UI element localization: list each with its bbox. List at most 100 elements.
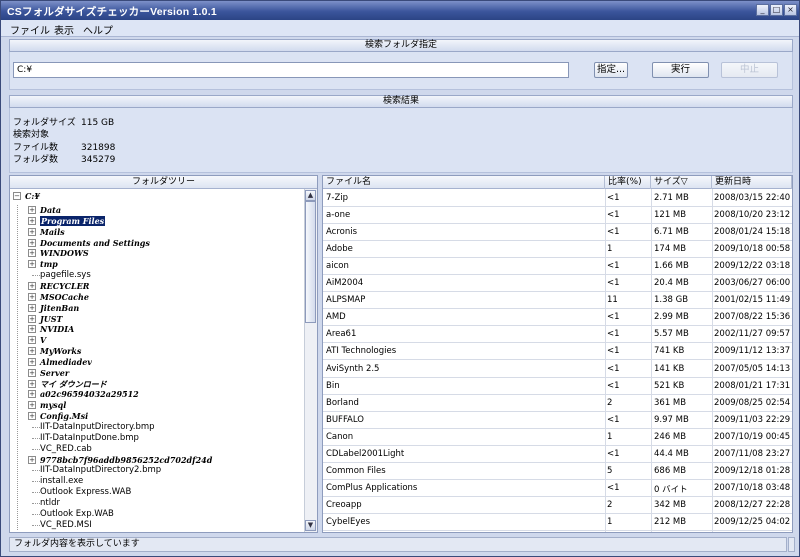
- expand-icon[interactable]: +: [28, 292, 36, 301]
- expand-icon[interactable]: +: [28, 336, 36, 345]
- tree-item[interactable]: Outlook Express.WAB: [10, 487, 300, 498]
- tree-item[interactable]: VC_RED.cab: [10, 444, 300, 455]
- expand-icon[interactable]: +: [28, 227, 36, 236]
- table-row[interactable]: CDLabel2001Light <1 44.4 MB 2007/11/08 23:2…: [323, 446, 792, 463]
- collapse-icon[interactable]: −: [13, 192, 21, 200]
- minimize-button[interactable]: _: [756, 4, 769, 16]
- tree-root[interactable]: − C:¥: [10, 191, 310, 202]
- expand-icon[interactable]: +: [28, 303, 36, 312]
- file-list-pane[interactable]: ファイル名 比率(%) サイズ▽ 更新日時 7-Zip <1 2.71 MB 2008…: [322, 175, 793, 533]
- tree-item[interactable]: ntldr: [10, 498, 300, 509]
- expand-icon[interactable]: +: [28, 368, 36, 377]
- table-row[interactable]: ALPSMAP 11 1.38 GB 2001/02/15 11:49: [323, 292, 792, 310]
- expand-icon[interactable]: +: [28, 216, 36, 225]
- ratio-cell: <1: [607, 414, 620, 425]
- expand-icon[interactable]: +: [28, 390, 36, 399]
- stop-button[interactable]: 中止: [721, 62, 778, 78]
- tree-item[interactable]: + MyWorks: [10, 346, 300, 357]
- column-name[interactable]: ファイル名: [323, 176, 605, 189]
- size-cell: 521 KB: [654, 380, 685, 391]
- expand-icon[interactable]: +: [28, 412, 36, 421]
- tree-item[interactable]: + RECYCLER: [10, 281, 300, 292]
- close-button[interactable]: ×: [784, 4, 797, 16]
- table-row[interactable]: 7-Zip <1 2.71 MB 2008/03/15 22:40: [323, 190, 792, 207]
- maximize-button[interactable]: □: [770, 4, 783, 16]
- table-row[interactable]: Bin <1 521 KB 2008/01/21 17:31: [323, 378, 792, 395]
- tree-item[interactable]: + JitenBan: [10, 303, 300, 314]
- tree-item[interactable]: IIT-DataInputDirectory.bmp: [10, 422, 300, 433]
- tree-item[interactable]: + a02c96594032a29512: [10, 389, 300, 400]
- table-row[interactable]: AviSynth 2.5 <1 141 KB 2007/05/05 14:13: [323, 361, 792, 378]
- file-name-cell: BUFFALO: [326, 414, 364, 425]
- tree-item[interactable]: + Server: [10, 368, 300, 379]
- table-row[interactable]: Area61 <1 5.57 MB 2002/11/27 09:57: [323, 326, 792, 344]
- tree-scrollbar[interactable]: ▲ ▼: [304, 189, 317, 532]
- tree-item[interactable]: + Program Files: [10, 215, 300, 227]
- expand-icon[interactable]: +: [28, 401, 36, 410]
- expand-icon[interactable]: +: [28, 455, 36, 464]
- tree-item[interactable]: + mysql: [10, 400, 300, 411]
- tree-item[interactable]: Outlook Exp.WAB: [10, 509, 300, 520]
- expand-icon[interactable]: +: [28, 238, 36, 247]
- tree-item[interactable]: + Config.Msi: [10, 411, 300, 422]
- tree-item[interactable]: + Documents and Settings: [10, 238, 300, 249]
- tree-item[interactable]: + JUST: [10, 314, 300, 325]
- tree-item[interactable]: IIT-DataInputDirectory2.bmp: [10, 465, 300, 476]
- menu-help[interactable]: ヘルプ: [83, 22, 113, 37]
- browse-button[interactable]: 指定...: [594, 62, 628, 78]
- expand-icon[interactable]: +: [28, 314, 36, 323]
- expand-icon[interactable]: +: [28, 325, 36, 334]
- tree-item[interactable]: + WINDOWS: [10, 248, 300, 259]
- table-row[interactable]: Canon 1 246 MB 2007/10/19 00:45: [323, 429, 792, 446]
- tree-item[interactable]: + Favorites: [10, 531, 300, 532]
- menu-view[interactable]: 表示: [54, 22, 74, 37]
- tree-item[interactable]: + NVIDIA: [10, 324, 300, 335]
- expand-icon[interactable]: +: [28, 379, 36, 388]
- tree-item[interactable]: + マイ ダウンロード: [10, 379, 300, 390]
- expand-icon[interactable]: +: [28, 281, 36, 290]
- run-button[interactable]: 実行: [652, 62, 709, 78]
- tree-item[interactable]: + V: [10, 335, 300, 346]
- table-row[interactable]: Creoapp 2 342 MB 2008/12/27 22:28: [323, 497, 792, 514]
- tree-item[interactable]: + MSOCache: [10, 292, 300, 303]
- table-row[interactable]: ComPlus Applications <1 0 バイト 2007/10/18 03…: [323, 480, 792, 497]
- menu-file[interactable]: ファイル: [10, 22, 50, 37]
- resize-grip[interactable]: [788, 537, 795, 552]
- tree-item[interactable]: + Almediadev: [10, 357, 300, 368]
- table-row[interactable]: aicon <1 1.66 MB 2009/12/22 03:18: [323, 258, 792, 276]
- size-cell: 6.71 MB: [654, 227, 689, 238]
- column-size[interactable]: サイズ▽: [651, 176, 712, 189]
- tree-item[interactable]: + Data: [10, 205, 300, 216]
- tree-item[interactable]: VC_RED.MSI: [10, 520, 300, 531]
- table-row[interactable]: AiM2004 <1 20.4 MB 2003/06/27 06:00: [323, 275, 792, 293]
- table-row[interactable]: ATI Technologies <1 741 KB 2009/11/12 13:37: [323, 343, 792, 361]
- folder-tree-pane[interactable]: フォルダツリー − C:¥ + Data + Program Files + Mails +…: [9, 175, 318, 533]
- tree-item[interactable]: IIT-DataInputDone.bmp: [10, 433, 300, 444]
- column-modified[interactable]: 更新日時: [712, 176, 792, 189]
- tree-item[interactable]: pagefile.sys: [10, 270, 300, 281]
- scroll-down-icon[interactable]: ▼: [305, 520, 316, 531]
- table-row[interactable]: AMD <1 2.99 MB 2007/08/22 15:36: [323, 309, 792, 327]
- expand-icon[interactable]: +: [28, 249, 36, 258]
- tree-item[interactable]: + Mails: [10, 227, 300, 238]
- table-row[interactable]: CybelEyes 1 212 MB 2009/12/25 04:02: [323, 514, 792, 531]
- tree-item[interactable]: install.exe: [10, 476, 300, 487]
- tree-item[interactable]: + tmp: [10, 259, 300, 270]
- tree-item[interactable]: +9778bcb7f96addb9856252cd702df24d: [10, 455, 300, 466]
- table-row[interactable]: Common Files 5 686 MB 2009/12/18 01:28: [323, 463, 792, 480]
- scroll-thumb[interactable]: [305, 201, 316, 323]
- expand-icon[interactable]: +: [28, 347, 36, 356]
- scroll-up-icon[interactable]: ▲: [305, 190, 316, 201]
- table-row[interactable]: BUFFALO <1 9.97 MB 2009/11/03 22:29: [323, 412, 792, 429]
- folder-path-input[interactable]: [13, 62, 569, 78]
- table-row[interactable]: Adobe 1 174 MB 2009/10/18 00:58: [323, 241, 792, 259]
- expand-icon[interactable]: +: [28, 531, 36, 532]
- expand-icon[interactable]: +: [28, 357, 36, 366]
- expand-icon[interactable]: +: [28, 206, 36, 214]
- column-ratio[interactable]: 比率(%): [605, 176, 651, 189]
- title-bar[interactable]: CSフォルダサイズチェッカーVersion 1.0.1 _ □ ×: [1, 1, 799, 20]
- table-row[interactable]: Borland 2 361 MB 2009/08/25 02:54: [323, 395, 792, 412]
- table-row[interactable]: Acronis <1 6.71 MB 2008/01/24 15:18: [323, 224, 792, 242]
- table-row[interactable]: a-one <1 121 MB 2008/10/20 23:12: [323, 207, 792, 225]
- expand-icon[interactable]: +: [28, 260, 36, 269]
